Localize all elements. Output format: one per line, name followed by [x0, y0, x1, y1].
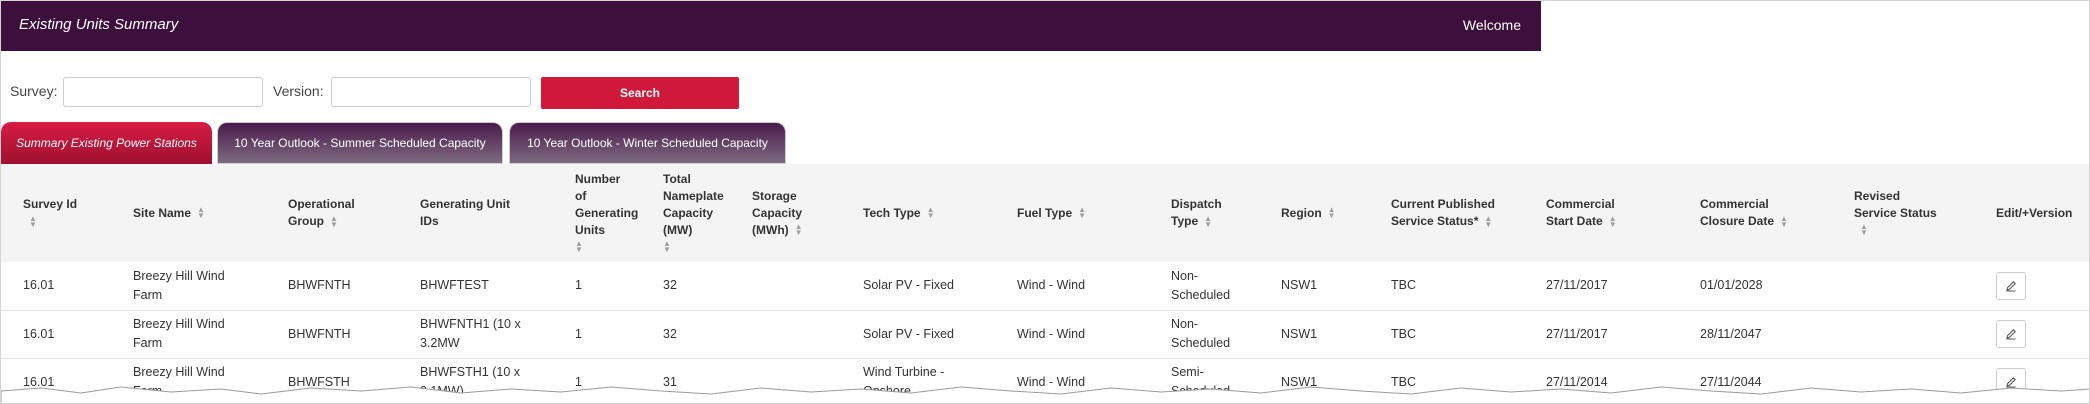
tab-winter-scheduled-capacity[interactable]: 10 Year Outlook - Winter Scheduled Capac…	[509, 122, 786, 164]
cell-operational-group: BHWFNTH	[266, 310, 398, 359]
sort-arrows-icon[interactable]: ▲ ▼	[1328, 206, 1337, 220]
sort-arrows-icon[interactable]: ▲ ▼	[927, 206, 936, 220]
cell-commercial-closure-date: 28/11/2047	[1678, 310, 1832, 359]
page-title: Existing Units Summary	[19, 16, 179, 33]
tab-summary-existing-power-stations[interactable]: Summary Existing Power Stations	[1, 122, 212, 164]
cell-nameplate-capacity: 32	[641, 310, 730, 359]
cell-service-status: TBC	[1369, 262, 1524, 311]
sort-arrows-icon[interactable]: ▲ ▼	[330, 214, 339, 228]
sort-arrows-icon[interactable]: ▲ ▼	[1484, 214, 1493, 228]
cell-edit	[1986, 262, 2089, 311]
column-header-site-name[interactable]: Site Name ▲ ▼	[111, 164, 266, 262]
column-header-operational-group[interactable]: Operational Group ▲ ▼	[266, 164, 398, 262]
cell-fuel-type: Wind - Wind	[995, 310, 1149, 359]
sort-arrows-icon[interactable]: ▲ ▼	[1609, 214, 1618, 228]
column-header-generating-unit-ids[interactable]: Generating Unit IDs	[398, 164, 553, 262]
cell-site-name: Breezy Hill Wind Farm	[111, 310, 266, 359]
page-frame: Existing Units Summary Welcome Survey: V…	[0, 0, 2090, 404]
edit-button[interactable]	[1996, 320, 2026, 348]
cell-site-name: Breezy Hill Wind Farm	[111, 262, 266, 311]
cell-number-of-units: 1	[553, 262, 641, 311]
edit-button[interactable]	[1996, 271, 2026, 300]
top-header-bar: Existing Units Summary Welcome	[1, 1, 1541, 51]
cell-commercial-start-date: 27/11/2017	[1524, 310, 1678, 359]
sort-arrows-icon[interactable]: ▲ ▼	[197, 206, 206, 220]
cell-commercial-start-date: 27/11/2017	[1524, 262, 1678, 311]
column-header-tech-type[interactable]: Tech Type ▲ ▼	[841, 164, 995, 262]
column-header-number-of-units[interactable]: Number of Generating Units ▲ ▼	[553, 164, 641, 262]
tab-summer-scheduled-capacity[interactable]: 10 Year Outlook - Summer Scheduled Capac…	[217, 122, 503, 164]
sort-arrows-icon[interactable]: ▲ ▼	[1860, 223, 1869, 237]
pencil-icon	[2006, 329, 2016, 340]
sort-arrows-icon[interactable]: ▲ ▼	[575, 240, 584, 254]
cell-service-status: TBC	[1369, 310, 1524, 359]
cell-region: NSW1	[1259, 310, 1369, 359]
cell-storage-capacity	[730, 310, 841, 359]
cell-nameplate-capacity: 32	[641, 262, 730, 311]
column-header-survey-id[interactable]: Survey Id ▲ ▼	[1, 164, 111, 262]
cell-revised-service-status	[1832, 310, 1986, 359]
table-row: 16.01 Breezy Hill Wind Farm BHWFNTH BHWF…	[1, 310, 2089, 359]
torn-edge-decoration	[1, 386, 2089, 403]
cell-commercial-closure-date: 01/01/2028	[1678, 262, 1832, 311]
existing-units-table: Survey Id ▲ ▼ Site Name ▲ ▼ Operational Grou…	[1, 164, 2089, 403]
survey-input[interactable]	[63, 77, 263, 107]
column-header-service-status[interactable]: Current Published Service Status* ▲ ▼	[1369, 164, 1524, 262]
cell-tech-type: Solar PV - Fixed	[841, 262, 995, 311]
sort-arrows-icon[interactable]: ▲ ▼	[1204, 214, 1213, 228]
column-header-fuel-type[interactable]: Fuel Type ▲ ▼	[995, 164, 1149, 262]
cell-storage-capacity	[730, 262, 841, 311]
cell-survey-id: 16.01	[1, 310, 111, 359]
cell-revised-service-status	[1832, 262, 1986, 311]
column-header-region[interactable]: Region ▲ ▼	[1259, 164, 1369, 262]
cell-survey-id: 16.01	[1, 262, 111, 311]
cell-dispatch-type: Non-Scheduled	[1149, 310, 1259, 359]
column-header-commercial-start-date[interactable]: Commercial Start Date ▲ ▼	[1524, 164, 1678, 262]
column-header-edit-version: Edit/+Version	[1986, 164, 2089, 262]
sort-arrows-icon[interactable]: ▲ ▼	[29, 214, 38, 228]
version-input[interactable]	[331, 77, 531, 107]
column-header-storage-capacity[interactable]: Storage Capacity (MWh) ▲ ▼	[730, 164, 841, 262]
sort-arrows-icon[interactable]: ▲ ▼	[1078, 206, 1087, 220]
table-row: 16.01 Breezy Hill Wind Farm BHWFNTH BHWF…	[1, 262, 2089, 311]
cell-operational-group: BHWFNTH	[266, 262, 398, 311]
column-header-nameplate-capacity[interactable]: Total Nameplate Capacity (MW) ▲ ▼	[641, 164, 730, 262]
cell-dispatch-type: Non-Scheduled	[1149, 262, 1259, 311]
filter-bar: Survey: Version: Search	[1, 77, 801, 111]
cell-region: NSW1	[1259, 262, 1369, 311]
survey-label: Survey:	[10, 83, 58, 99]
version-label: Version:	[273, 83, 324, 99]
sort-arrows-icon[interactable]: ▲ ▼	[663, 240, 672, 254]
table-header-row: Survey Id ▲ ▼ Site Name ▲ ▼ Operational Grou…	[1, 164, 2089, 262]
column-header-dispatch-type[interactable]: Dispatch Type ▲ ▼	[1149, 164, 1259, 262]
pencil-icon	[2006, 280, 2016, 292]
cell-edit	[1986, 310, 2089, 359]
cell-fuel-type: Wind - Wind	[995, 262, 1149, 311]
cell-number-of-units: 1	[553, 310, 641, 359]
welcome-text: Welcome	[1462, 17, 1521, 33]
sort-arrows-icon[interactable]: ▲ ▼	[795, 223, 804, 237]
column-header-commercial-closure-date[interactable]: Commercial Closure Date ▲ ▼	[1678, 164, 1832, 262]
cell-generating-unit-ids: BHWFNTH1 (10 x 3.2MW	[398, 310, 553, 359]
cell-tech-type: Solar PV - Fixed	[841, 310, 995, 359]
search-button[interactable]: Search	[541, 77, 739, 109]
sort-arrows-icon[interactable]: ▲ ▼	[1780, 214, 1789, 228]
tab-bar: Summary Existing Power Stations 10 Year …	[1, 122, 901, 164]
column-header-revised-service-status[interactable]: Revised Service Status ▲ ▼	[1832, 164, 1986, 262]
cell-generating-unit-ids: BHWFTEST	[398, 262, 553, 311]
